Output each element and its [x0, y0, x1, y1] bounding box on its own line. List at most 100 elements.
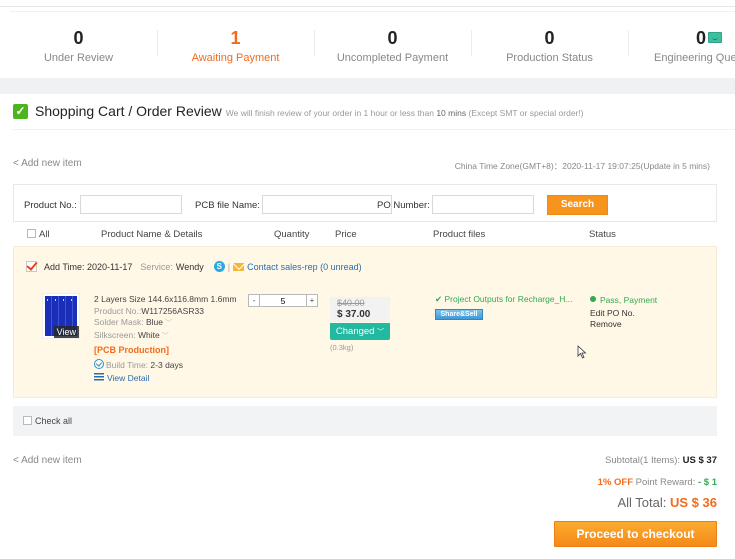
monitor-icon	[708, 32, 722, 43]
share-sell-button[interactable]: Share&Sell	[435, 309, 483, 320]
stat-engineering-questions[interactable]: 0 Engineering Questions	[628, 20, 735, 75]
silkscreen-label: Silkscreen:	[94, 329, 136, 340]
select-all-header[interactable]: All	[27, 229, 50, 240]
product-file-name: Project Outputs for Recharge_H...	[444, 294, 573, 304]
select-all-label: All	[39, 229, 50, 240]
build-time-value: 2-3 days	[150, 359, 184, 370]
build-time-icon	[94, 358, 104, 369]
select-all-checkbox[interactable]	[27, 229, 36, 238]
edit-po-link[interactable]: Edit PO No.	[590, 308, 657, 319]
all-total: All Total: US $ 36	[617, 495, 717, 510]
pcb-file-name-input[interactable]	[262, 195, 392, 214]
product-no-label: Product No.:	[94, 305, 142, 316]
stat-label: Awaiting Payment	[191, 52, 280, 64]
solder-mask-label: Solder Mask:	[94, 317, 144, 327]
page-title: Shopping Cart / Order Review	[35, 103, 222, 119]
pcb-file-name-label: PCB file Name:	[195, 200, 260, 211]
contact-sales-rep-link[interactable]: Contact sales-rep (0 unread)	[247, 262, 362, 272]
add-time: Add Time: 2020-11-17	[44, 261, 133, 272]
solder-mask-option[interactable]: Solder Mask: Blue ﹀	[94, 317, 237, 330]
stat-production-status[interactable]: 0 Production Status	[471, 20, 628, 75]
all-total-value: US $ 36	[670, 495, 717, 510]
stat-count: 1	[230, 28, 241, 48]
check-all-bar: Check all	[13, 406, 717, 436]
stat-awaiting-payment[interactable]: 1 Awaiting Payment	[157, 20, 314, 75]
product-no-label: Product No.:	[24, 200, 77, 211]
add-new-item-link-bottom[interactable]: < Add new item	[13, 455, 82, 466]
add-new-item-link[interactable]: < Add new item	[13, 158, 82, 169]
item-meta: Add Time: 2020-11-17 Service: Wendy S | …	[26, 261, 362, 272]
col-product: Product Name & Details	[101, 229, 203, 240]
item-status: Pass, Payment Edit PO No. Remove	[590, 294, 657, 330]
mail-icon	[233, 262, 245, 271]
product-no-input[interactable]	[80, 195, 182, 214]
price-changed-label: Changed	[335, 326, 375, 337]
review-notice-time: 10 mins	[436, 107, 467, 118]
mouse-cursor-icon	[577, 345, 587, 359]
stat-count: 0	[544, 28, 555, 48]
quantity-input[interactable]	[260, 295, 306, 306]
proceed-to-checkout-button[interactable]: Proceed to checkout	[554, 521, 717, 547]
review-notice-note: (Except SMT or special order!)	[468, 107, 584, 118]
silkscreen-option[interactable]: Silkscreen: White ﹀	[94, 330, 237, 343]
price-changed-dropdown[interactable]: Changed ﹀	[330, 323, 390, 340]
skype-icon[interactable]: S	[213, 261, 225, 272]
all-total-label: All Total:	[617, 495, 667, 510]
quantity-decrease-button[interactable]: -	[249, 295, 260, 306]
search-button[interactable]: Search	[547, 195, 608, 215]
view-image-button[interactable]: View	[53, 326, 79, 338]
separator: |	[227, 261, 231, 272]
top-divider	[0, 6, 735, 7]
solder-mask-value: Blue	[145, 317, 163, 327]
cart-item: Add Time: 2020-11-17 Service: Wendy S | …	[13, 246, 717, 398]
checkmark-icon: ✓	[13, 103, 28, 119]
col-product-files: Product files	[433, 229, 486, 240]
pcb-thumbnail[interactable]: View	[42, 293, 80, 339]
product-spec: 2 Layers Size 144.6x116.8mm 1.6mm	[94, 294, 237, 304]
chevron-down-icon: ﹀	[377, 329, 385, 336]
quantity-stepper: - +	[248, 294, 318, 307]
reward-value: - $ 1	[697, 477, 717, 488]
stat-count: 0	[695, 28, 706, 48]
remove-link[interactable]: Remove	[590, 319, 657, 330]
review-notice: We will finish review of your order in 1…	[226, 108, 584, 118]
timezone-clock: China Time Zone(GMT+8)：2020-11-17 19:07:…	[454, 161, 710, 171]
product-file-link[interactable]: ✔ Project Outputs for Recharge_H...	[435, 294, 573, 305]
product-category: [PCB Production]	[94, 345, 169, 355]
stat-count: 0	[73, 28, 84, 48]
check-all-checkbox[interactable]	[23, 416, 32, 425]
stat-count: 0	[387, 28, 398, 48]
subtotal-value: US $ 37	[682, 455, 717, 466]
status-dot-icon	[590, 296, 596, 302]
price-box: $40.00 $ 37.00	[330, 297, 390, 322]
item-weight: (0.3kg)	[330, 343, 354, 352]
header-divider	[12, 129, 735, 130]
service-name: Wendy	[175, 261, 204, 272]
list-icon	[94, 373, 104, 381]
check-all-label: Check all	[35, 416, 73, 426]
stat-under-review[interactable]: 0 Under Review	[0, 20, 157, 75]
reward-label: Point Reward:	[635, 477, 696, 488]
chevron-down-icon: ﹀	[165, 320, 172, 327]
build-time-label: Build Time:	[106, 359, 149, 370]
silkscreen-value: White	[137, 329, 160, 340]
current-price: $ 37.00	[337, 309, 371, 320]
stat-label: Uncompleted Payment	[336, 52, 449, 64]
check-all-toggle[interactable]: Check all	[23, 416, 72, 426]
section-separator	[0, 78, 735, 94]
item-checkbox[interactable]	[26, 261, 37, 272]
stat-uncompleted-payment[interactable]: 0 Uncompleted Payment	[314, 20, 471, 75]
service-label: Service:	[140, 261, 173, 272]
original-price: $40.00	[337, 298, 365, 308]
reward-discount: 1% OFF	[597, 477, 634, 488]
subtotal-label: Subtotal(1 Items):	[605, 455, 681, 466]
po-number-input[interactable]	[432, 195, 534, 214]
view-detail-link[interactable]: View Detail	[107, 373, 149, 383]
table-header: All Product Name & Details Quantity Pric…	[13, 228, 717, 242]
search-filter-panel: Product No.: PCB file Name: PO Number: S…	[13, 184, 717, 222]
col-quantity: Quantity	[274, 229, 310, 240]
order-status-bar: 0 Under Review 1 Awaiting Payment 0 Unco…	[0, 20, 735, 75]
quantity-increase-button[interactable]: +	[306, 295, 317, 306]
subtotal: Subtotal(1 Items): US $ 37	[605, 455, 717, 466]
po-number-label: PO Number:	[377, 200, 430, 211]
